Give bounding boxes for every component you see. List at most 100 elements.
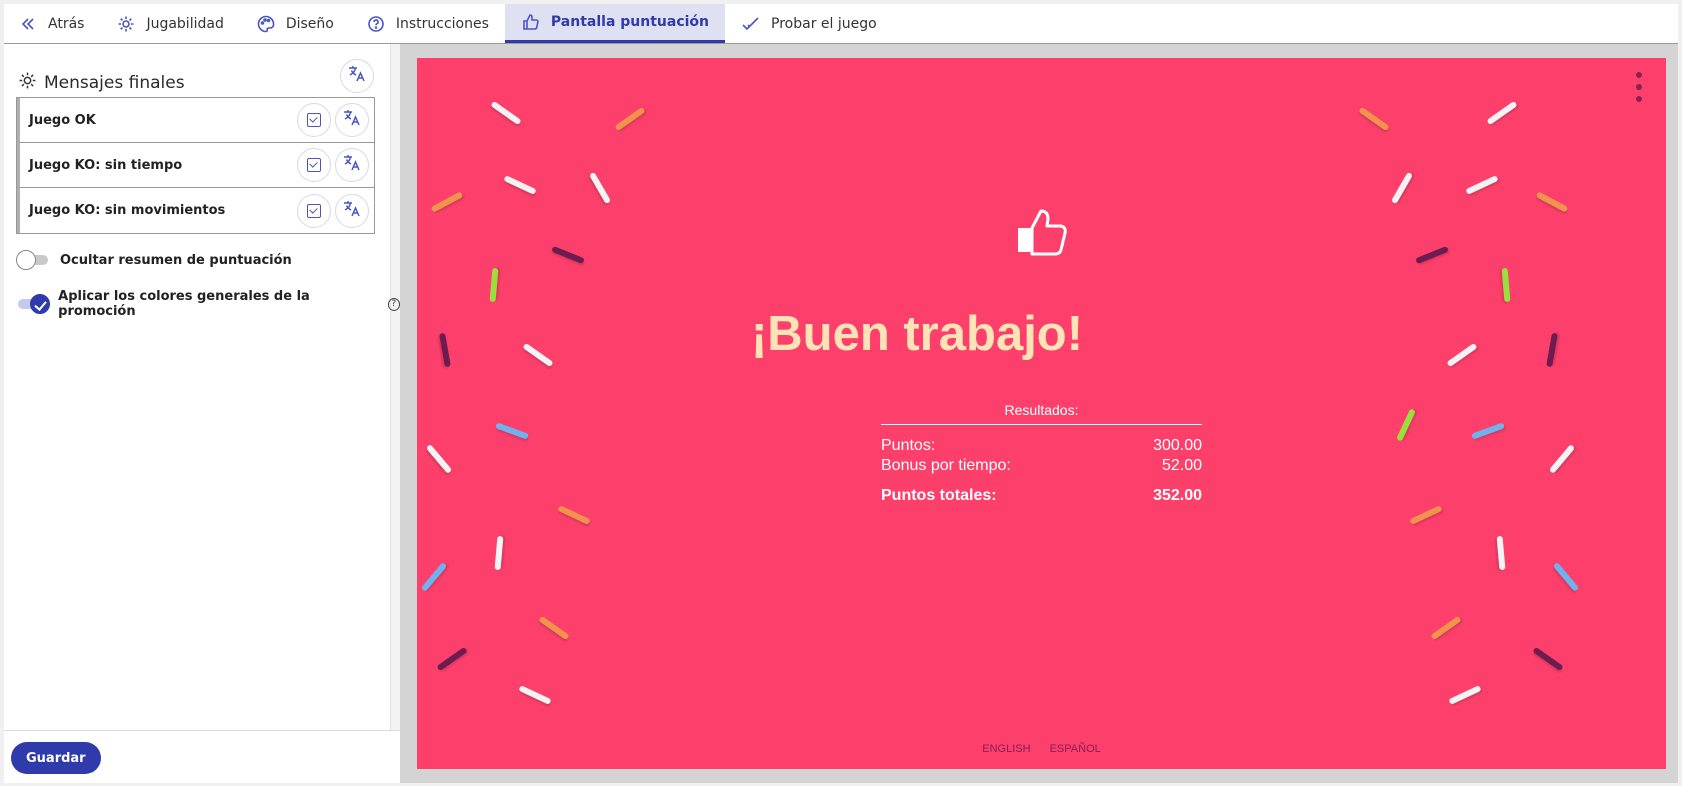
gear-icon (116, 14, 136, 34)
language-switcher: ENGLISH ESPAÑOL (417, 743, 1666, 755)
top-nav: Atrás Jugabilidad Diseño Instrucciones P… (4, 4, 1678, 44)
score-label: Puntos: (881, 437, 936, 454)
sprinkle (489, 267, 499, 303)
tab-instructions-label: Instrucciones (395, 15, 489, 32)
sprinkle (494, 422, 530, 440)
thumbs-up-icon (521, 12, 541, 32)
sprinkle (1446, 342, 1478, 368)
total-label: Puntos totales: (881, 487, 997, 504)
translate-icon (342, 199, 362, 223)
results-title: Resultados: (881, 402, 1202, 425)
sprinkle (1546, 332, 1558, 368)
list-item[interactable]: Juego KO: sin tiempo (17, 143, 374, 188)
translate-button[interactable] (335, 148, 369, 182)
back-label: Atrás (48, 15, 85, 32)
message-label: Juego KO: sin movimientos (29, 203, 226, 218)
tab-test-game[interactable]: Probar el juego (725, 4, 893, 43)
message-label: Juego OK (29, 112, 96, 128)
hide-summary-toggle[interactable] (16, 250, 50, 270)
question-circle-icon (366, 14, 386, 34)
sprinkle (1430, 615, 1462, 641)
message-label: Juego KO: sin tiempo (29, 157, 183, 173)
sprinkle (551, 245, 585, 265)
sprinkle (1415, 245, 1449, 265)
translate-icon (342, 153, 362, 177)
total-row: Puntos totales: 352.00 (881, 487, 1202, 505)
time-bonus-label: Bonus por tiempo: (881, 457, 1011, 474)
double-chevron-left-icon (18, 14, 38, 34)
sprinkle (1409, 505, 1443, 525)
total-value: 352.00 (1153, 487, 1202, 504)
apply-colors-toggle[interactable] (16, 294, 50, 314)
final-messages-list: Juego OK Juego KO: sin tiempo Juego KO: … (16, 97, 375, 234)
translate-icon (347, 64, 367, 88)
help-icon[interactable]: ? (387, 297, 400, 311)
hide-summary-label: Ocultar resumen de puntuación (60, 252, 292, 268)
chevron-down-box-icon (307, 203, 321, 218)
sprinkle (1470, 422, 1506, 440)
chevron-down-box-icon (307, 158, 321, 172)
chevron-down-box-icon (307, 113, 321, 127)
score-value: 300.00 (1153, 437, 1202, 454)
sprinkle (490, 100, 522, 126)
gear-icon (18, 71, 37, 95)
sidebar-title: Mensajes finales (18, 71, 185, 95)
sprinkle (1486, 100, 1518, 126)
sprinkle (503, 175, 537, 195)
expand-button[interactable] (297, 148, 331, 182)
translate-icon (342, 108, 362, 132)
language-spanish-link[interactable]: ESPAÑOL (1050, 743, 1101, 755)
apply-colors-row: Aplicar los colores generales de la prom… (16, 289, 400, 319)
save-button[interactable]: Guardar (11, 742, 101, 774)
preview-area: ¡Buen trabajo! Resultados: Puntos: 300.0… (400, 44, 1678, 783)
double-check-icon (741, 14, 761, 34)
expand-button[interactable] (297, 103, 331, 137)
sprinkle (1552, 562, 1580, 592)
sprinkle (1535, 191, 1569, 213)
sprinkle (430, 191, 464, 213)
score-screen-preview: ¡Buen trabajo! Resultados: Puntos: 300.0… (417, 58, 1666, 769)
sprinkle (1396, 408, 1416, 442)
sprinkle (1465, 175, 1499, 195)
sprinkle (538, 615, 570, 641)
sidebar-scrollbar[interactable] (390, 44, 400, 732)
tab-score-screen-label: Pantalla puntuación (550, 14, 710, 30)
tab-design[interactable]: Diseño (240, 4, 350, 43)
sprinkle (518, 685, 552, 705)
tab-instructions[interactable]: Instrucciones (350, 4, 505, 43)
more-options-icon[interactable] (1634, 72, 1644, 102)
headline: ¡Buen trabajo! (750, 307, 1084, 361)
list-item[interactable]: Juego KO: sin movimientos (17, 188, 374, 233)
save-bar: Guardar (4, 730, 400, 783)
sprinkle (557, 505, 591, 525)
language-english-link[interactable]: ENGLISH (982, 743, 1030, 755)
apply-colors-label: Aplicar los colores generales de la prom… (58, 289, 310, 319)
sprinkle (1448, 685, 1482, 705)
sprinkle (1548, 444, 1576, 474)
tab-test-game-label: Probar el juego (771, 15, 877, 32)
time-bonus-row: Bonus por tiempo: 52.00 (881, 457, 1202, 475)
score-row: Puntos: 300.00 (881, 437, 1202, 455)
results-summary: Resultados: Puntos: 300.00 Bonus por tie… (881, 402, 1202, 505)
sprinkle (614, 106, 646, 132)
sprinkle (1390, 171, 1414, 205)
list-item[interactable]: Juego OK (17, 98, 374, 143)
sprinkle (1501, 267, 1511, 303)
sidebar-title-text: Mensajes finales (44, 73, 185, 93)
sprinkle (436, 646, 468, 672)
tab-gameplay[interactable]: Jugabilidad (100, 4, 239, 43)
hide-summary-row: Ocultar resumen de puntuación (16, 250, 292, 270)
sprinkle (1358, 106, 1390, 132)
expand-button[interactable] (297, 193, 331, 228)
sprinkle (588, 171, 612, 205)
translate-button[interactable] (335, 193, 369, 228)
sprinkle (1496, 535, 1506, 571)
translate-all-button[interactable] (340, 59, 374, 93)
tab-design-label: Diseño (285, 15, 334, 32)
back-tab[interactable]: Atrás (4, 4, 100, 43)
app: Atrás Jugabilidad Diseño Instrucciones P… (0, 0, 1682, 786)
tab-score-screen[interactable]: Pantalla puntuación (504, 4, 726, 43)
sprinkle (494, 535, 504, 571)
translate-button[interactable] (335, 103, 369, 137)
time-bonus-value: 52.00 (1161, 457, 1202, 474)
